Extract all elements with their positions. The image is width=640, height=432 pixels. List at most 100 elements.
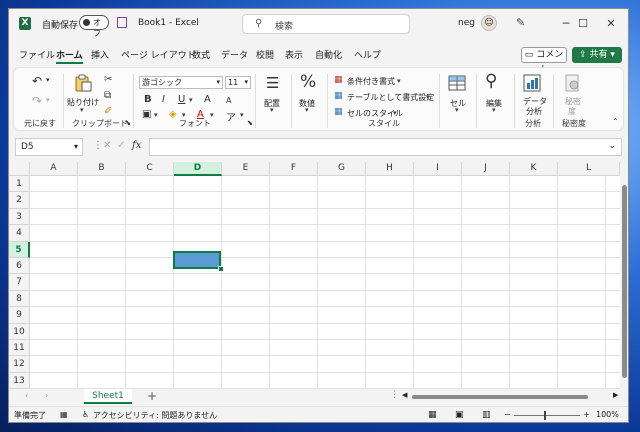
- maximize-button[interactable]: ☐: [571, 14, 595, 34]
- phonetic-dropdown-icon[interactable]: ▾: [240, 111, 244, 119]
- conditional-format-button[interactable]: 条件付き書式: [347, 76, 395, 87]
- data-analysis-icon[interactable]: [523, 74, 541, 92]
- border-dropdown-icon[interactable]: ▾: [154, 111, 158, 119]
- row-header-8[interactable]: 8: [9, 290, 30, 308]
- row-header-9[interactable]: 9: [9, 307, 30, 324]
- close-button[interactable]: ✕: [599, 14, 623, 34]
- alignment-icon[interactable]: ☰: [266, 74, 279, 92]
- tab-help[interactable]: ヘルプ: [354, 48, 381, 61]
- cut-icon[interactable]: ✂: [104, 74, 112, 85]
- column-header-h[interactable]: H: [366, 162, 414, 176]
- bold-button[interactable]: B: [144, 94, 152, 105]
- zoom-slider-thumb[interactable]: [544, 411, 546, 420]
- pen-icon[interactable]: ✎: [516, 16, 525, 29]
- paste-icon[interactable]: [74, 74, 92, 92]
- search-magnifier-icon[interactable]: ⚲: [485, 71, 497, 91]
- comment-button[interactable]: ▭ コメント: [521, 47, 567, 75]
- scroll-left-icon[interactable]: ◀: [402, 391, 407, 399]
- editing-dropdown-icon[interactable]: ▾: [492, 106, 496, 114]
- tab-automate[interactable]: 自動化: [315, 48, 342, 61]
- accessibility-status[interactable]: アクセシビリティ: 問題ありません: [93, 410, 217, 421]
- select-all-corner[interactable]: [9, 162, 30, 176]
- avatar[interactable]: ☺: [481, 15, 497, 31]
- tab-formulas[interactable]: 数式: [192, 48, 210, 61]
- formula-input[interactable]: ⌄: [149, 138, 622, 156]
- autosave-toggle[interactable]: オフ: [79, 15, 109, 38]
- share-button[interactable]: ⇪ 共有 ▾: [572, 47, 622, 63]
- tab-review[interactable]: 校閲: [256, 48, 274, 61]
- column-header-e[interactable]: E: [222, 162, 270, 176]
- column-header-g[interactable]: G: [318, 162, 366, 176]
- row-header-11[interactable]: 11: [9, 340, 30, 357]
- number-dropdown-icon[interactable]: ▾: [305, 106, 309, 114]
- tab-view[interactable]: 表示: [285, 48, 303, 61]
- underline-dropdown-icon[interactable]: ▾: [189, 96, 193, 104]
- percent-icon[interactable]: %: [300, 72, 316, 92]
- column-header-l[interactable]: L: [558, 162, 620, 176]
- column-header-c[interactable]: C: [126, 162, 174, 176]
- normal-view-icon[interactable]: ▦: [428, 410, 437, 420]
- zoom-out-button[interactable]: −: [504, 410, 511, 419]
- tab-insert[interactable]: 挿入: [91, 48, 109, 61]
- format-table-icon[interactable]: ▦: [334, 91, 343, 101]
- grow-font-button[interactable]: A: [204, 94, 211, 105]
- collapse-ribbon-icon[interactable]: ⌃: [612, 117, 619, 126]
- vertical-scroll-thumb[interactable]: [622, 185, 627, 378]
- format-table-button[interactable]: テーブルとして書式設定: [347, 92, 434, 103]
- format-painter-icon[interactable]: ✐: [104, 106, 112, 117]
- paste-dropdown-icon[interactable]: ▾: [80, 106, 84, 114]
- page-break-view-icon[interactable]: ▥: [482, 410, 491, 420]
- column-header-b[interactable]: B: [78, 162, 126, 176]
- spreadsheet-grid[interactable]: ABCDEFGHIJKL 1 2 3 4 5 6 7 8 9 10 11 12 13: [9, 162, 620, 389]
- vertical-scrollbar[interactable]: [620, 177, 628, 387]
- add-sheet-button[interactable]: +: [147, 389, 157, 403]
- column-header-j[interactable]: J: [462, 162, 510, 176]
- undo-icon[interactable]: ↶: [32, 74, 42, 88]
- row-header-5[interactable]: 5: [9, 241, 30, 258]
- prev-sheet-icon[interactable]: ‹: [25, 391, 28, 400]
- horizontal-scrollbar[interactable]: ◀ ▶: [402, 391, 622, 401]
- tab-split-handle[interactable]: ⋮: [390, 390, 399, 400]
- more-options-icon[interactable]: ⋮: [93, 140, 103, 151]
- font-launcher-icon[interactable]: ⬊: [247, 119, 253, 127]
- phonetic-icon[interactable]: ア: [226, 109, 236, 124]
- border-icon[interactable]: ▣: [142, 109, 151, 120]
- cell-styles-icon[interactable]: ▦: [334, 107, 343, 117]
- next-sheet-icon[interactable]: ›: [45, 391, 48, 400]
- tab-data[interactable]: データ: [221, 48, 248, 61]
- user-name[interactable]: neg: [458, 18, 475, 28]
- clipboard-launcher-icon[interactable]: ⬊: [125, 119, 131, 127]
- shrink-font-button[interactable]: A: [226, 96, 231, 105]
- expand-formula-icon[interactable]: ⌄: [608, 141, 616, 151]
- selected-cell[interactable]: [173, 251, 221, 269]
- accessibility-icon[interactable]: ♿: [82, 410, 89, 419]
- underline-button[interactable]: U: [178, 94, 185, 105]
- row-header-1[interactable]: 1: [9, 176, 30, 193]
- sheet-tab-sheet1[interactable]: Sheet1: [84, 389, 132, 404]
- row-header-2[interactable]: 2: [9, 192, 30, 209]
- row-header-7[interactable]: 7: [9, 274, 30, 291]
- column-header-k[interactable]: K: [510, 162, 558, 176]
- search-box[interactable]: ⚲ 検索: [242, 14, 410, 34]
- tab-home[interactable]: ホーム: [56, 48, 83, 64]
- undo-dropdown-icon[interactable]: ▾: [46, 76, 50, 84]
- font-size-dropdown[interactable]: 11 ▾: [225, 76, 251, 89]
- zoom-in-button[interactable]: +: [583, 410, 590, 419]
- row-header-10[interactable]: 10: [9, 323, 30, 340]
- italic-button[interactable]: I: [162, 94, 165, 105]
- row-header-4[interactable]: 4: [9, 225, 30, 242]
- row-header-6[interactable]: 6: [9, 258, 30, 275]
- cells-icon[interactable]: [448, 74, 466, 92]
- chevron-down-icon[interactable]: ▾: [393, 109, 397, 117]
- copy-icon[interactable]: ⧉: [104, 90, 111, 101]
- font-name-dropdown[interactable]: 游ゴシック ▾: [139, 76, 223, 89]
- tab-page-layout[interactable]: ページ レイアウト: [121, 48, 196, 61]
- page-layout-view-icon[interactable]: ▣: [455, 410, 464, 420]
- column-header-d[interactable]: D: [174, 162, 222, 176]
- row-header-12[interactable]: 12: [9, 356, 30, 373]
- row-header-13[interactable]: 13: [9, 372, 30, 389]
- fill-color-icon[interactable]: ◈: [169, 109, 177, 120]
- zoom-slider[interactable]: [514, 415, 580, 416]
- row-header-3[interactable]: 3: [9, 208, 30, 226]
- fill-handle[interactable]: [218, 266, 224, 272]
